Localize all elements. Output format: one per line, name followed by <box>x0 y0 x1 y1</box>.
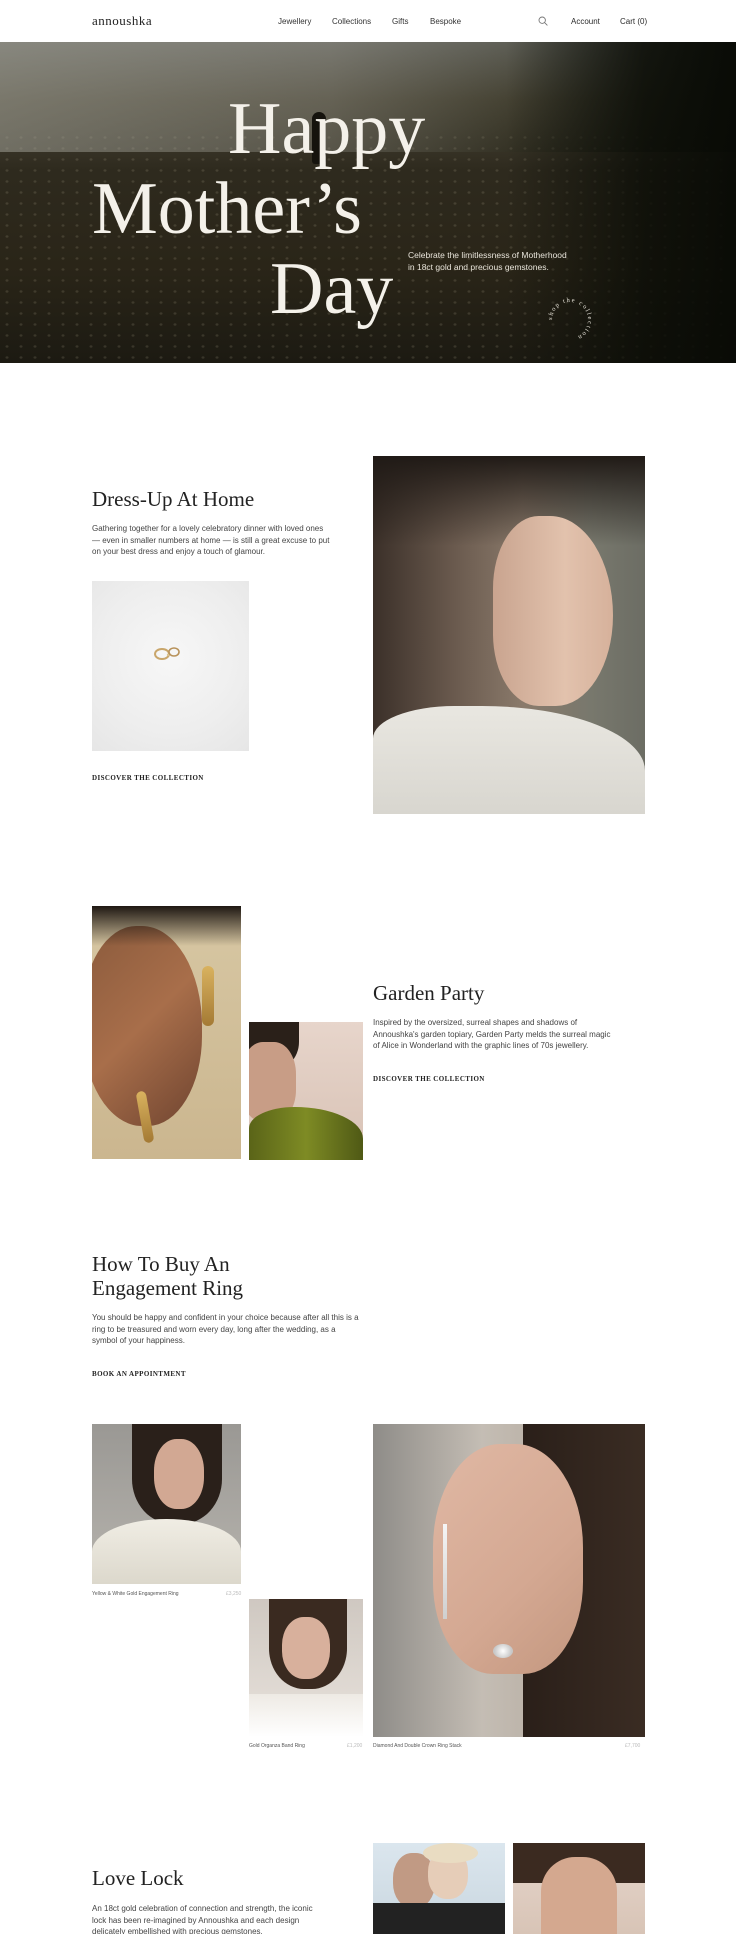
cart-link[interactable]: Cart (0) <box>620 17 647 26</box>
garden-party-cta[interactable]: DISCOVER THE COLLECTION <box>373 1075 485 1083</box>
model-face <box>541 1857 617 1934</box>
dress-up-body: Gathering together for a lovely celebrat… <box>92 524 330 556</box>
hero-banner: Happy Mother’s Day Celebrate the limitle… <box>0 42 736 363</box>
product-caption-1[interactable]: Yellow & White Gold Engagement Ring <box>92 1591 179 1597</box>
white-jacket <box>92 1519 241 1584</box>
dress-up-cta[interactable]: DISCOVER THE COLLECTION <box>92 774 204 782</box>
nav-gifts[interactable]: Gifts <box>392 17 408 26</box>
earring-product-image[interactable] <box>92 581 249 751</box>
model-face <box>433 1444 583 1674</box>
garden-party-body: Inspired by the oversized, surreal shape… <box>373 1018 611 1050</box>
dress-up-title: Dress-Up At Home <box>92 487 255 511</box>
engagement-body: You should be happy and confident in you… <box>92 1313 359 1345</box>
diamond-drop-earring <box>443 1524 447 1619</box>
model-face <box>154 1439 204 1509</box>
model-hair <box>92 906 241 946</box>
green-satin-top <box>249 1107 363 1160</box>
diamond-ring <box>493 1644 513 1658</box>
engagement-title-line2: Engagement Ring <box>92 1276 244 1300</box>
shop-collection-badge[interactable]: shop the collection <box>545 295 595 345</box>
engagement-cta[interactable]: BOOK AN APPOINTMENT <box>92 1370 186 1378</box>
engagement-product-image-1[interactable] <box>92 1424 241 1584</box>
love-lock-body: An 18ct gold celebration of connection a… <box>92 1904 313 1934</box>
product-price-1: £3,250 <box>226 1591 242 1597</box>
product-price-3: £7,700 <box>625 1743 641 1749</box>
black-clothing <box>373 1903 505 1934</box>
site-header: annoushka Jewellery Collections Gifts Be… <box>0 0 736 42</box>
hero-title-line1: Happy <box>228 88 426 170</box>
nav-bespoke[interactable]: Bespoke <box>430 17 461 26</box>
garden-model-image-1 <box>92 906 241 1159</box>
garden-model-image-2 <box>249 1022 363 1160</box>
love-lock-image-1 <box>373 1843 505 1934</box>
lace-top <box>249 1694 363 1737</box>
garden-party-title: Garden Party <box>373 981 485 1005</box>
woman-profile-image <box>373 456 645 814</box>
engagement-product-image-3[interactable] <box>373 1424 645 1737</box>
hero-subtitle: Celebrate the limitlessness of Motherhoo… <box>408 250 567 272</box>
blonde-hair <box>423 1843 478 1863</box>
model-face <box>92 926 202 1126</box>
hero-tree-shadow <box>506 42 736 363</box>
account-link[interactable]: Account <box>571 17 600 26</box>
engagement-product-image-2[interactable] <box>249 1599 363 1737</box>
earring-icon <box>154 647 180 660</box>
white-collar <box>373 706 645 814</box>
product-caption-3[interactable]: Diamond And Double Crown Ring Stack <box>373 1743 462 1749</box>
love-lock-title: Love Lock <box>92 1866 184 1890</box>
search-icon[interactable] <box>538 16 548 26</box>
svg-text:shop the collection: shop the collection <box>547 297 593 341</box>
nav-collections[interactable]: Collections <box>332 17 371 26</box>
nav-jewellery[interactable]: Jewellery <box>278 17 311 26</box>
model-face <box>282 1617 330 1679</box>
gold-earring <box>202 966 214 1026</box>
product-price-2: £1,200 <box>347 1743 363 1749</box>
logo[interactable]: annoushka <box>92 13 152 29</box>
hero-title-line2: Mother’s <box>92 168 362 250</box>
product-caption-2[interactable]: Gold Organza Band Ring <box>249 1743 305 1749</box>
hero-title-line3: Day <box>270 248 394 330</box>
love-lock-image-2 <box>513 1843 645 1934</box>
engagement-title-line1: How To Buy An <box>92 1252 230 1276</box>
